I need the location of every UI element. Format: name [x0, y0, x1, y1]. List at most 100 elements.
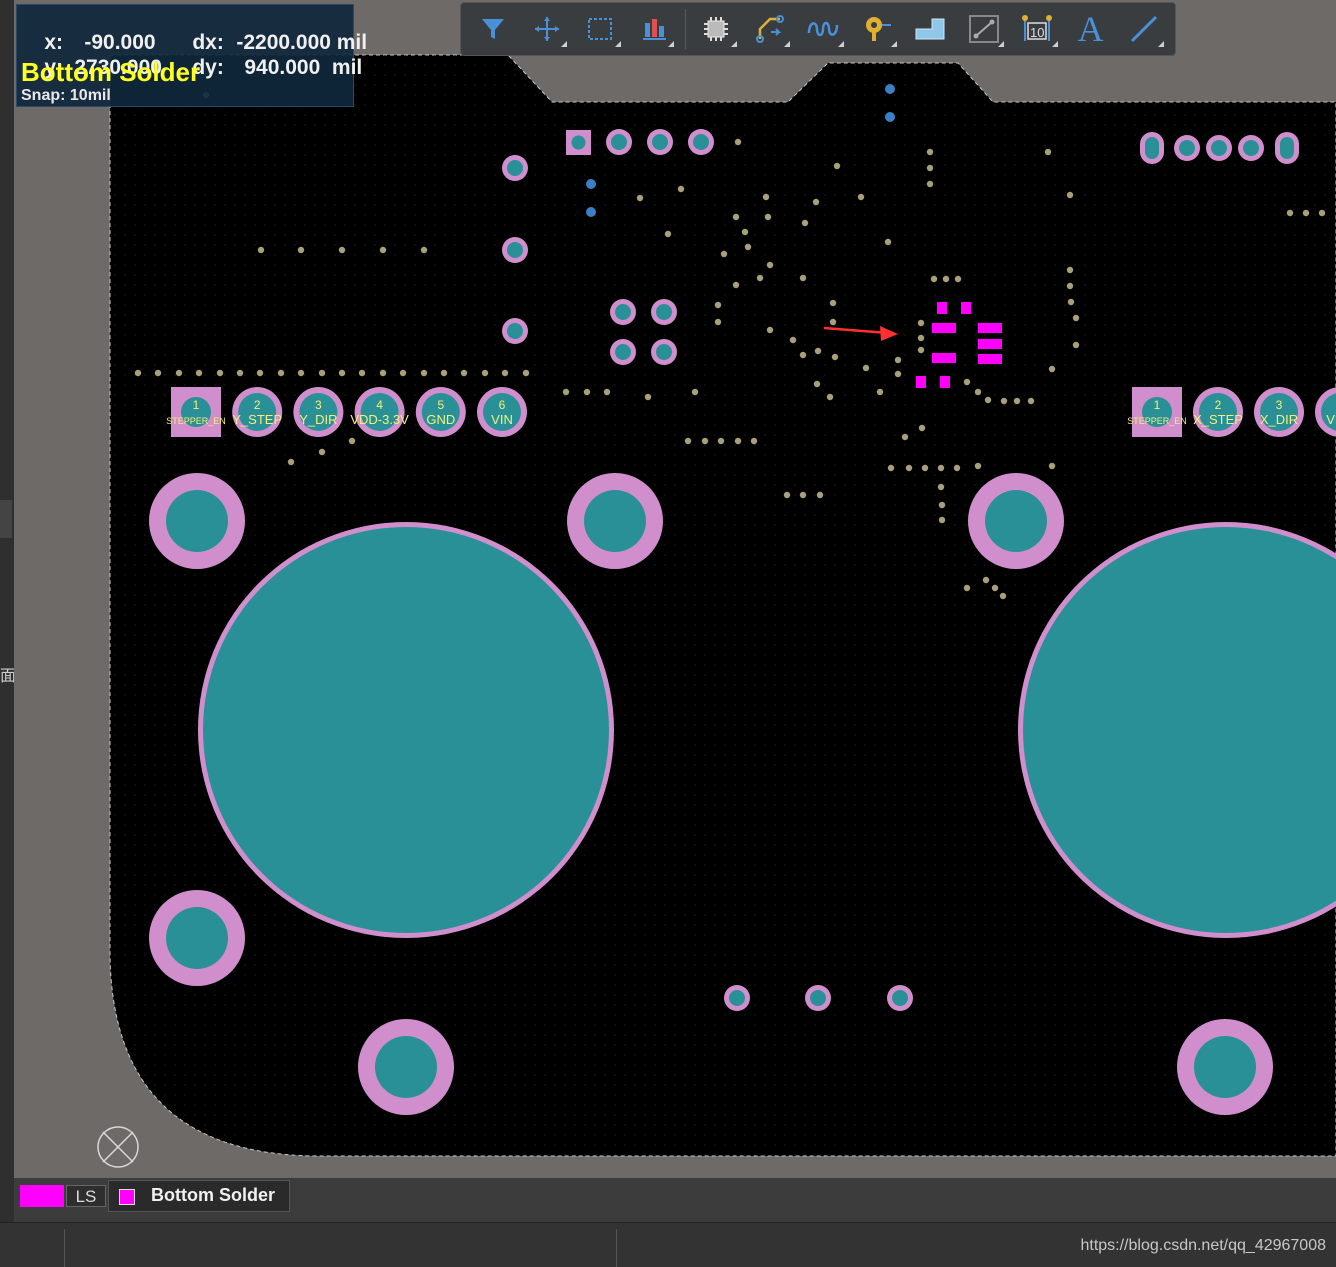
filter-button[interactable]	[471, 7, 516, 51]
through-hole-pad[interactable]	[1174, 135, 1200, 161]
through-hole-pad[interactable]	[887, 985, 913, 1011]
hud-snap: Snap: 10mil	[21, 87, 111, 104]
pad-number: 6	[499, 398, 506, 412]
mounting-pad[interactable]	[149, 890, 245, 986]
via	[905, 464, 913, 472]
via	[1066, 266, 1074, 274]
via	[134, 369, 142, 377]
polygon-pour-button[interactable]	[908, 7, 953, 51]
via	[603, 388, 611, 396]
header-pad-3[interactable]: 3X_DIR	[1254, 387, 1304, 437]
via	[963, 584, 971, 592]
via	[1027, 397, 1035, 405]
via	[358, 369, 366, 377]
layer-set-button[interactable]: LS	[66, 1185, 106, 1207]
header-pad-2[interactable]: 2Y_STEP	[232, 387, 283, 437]
mounting-pad[interactable]	[567, 473, 663, 569]
through-hole-pad[interactable]	[688, 129, 714, 155]
via	[937, 483, 945, 491]
length-tuning-button[interactable]	[801, 7, 846, 51]
via	[154, 369, 162, 377]
header-pad-5[interactable]: 5GND	[415, 387, 466, 437]
via	[1072, 341, 1080, 349]
via	[216, 369, 224, 377]
oval-pad-left[interactable]	[1140, 132, 1164, 164]
current-layer-swatch[interactable]	[20, 1185, 64, 1207]
status-divider	[64, 1229, 65, 1267]
via	[954, 275, 962, 283]
through-hole-pad[interactable]	[610, 299, 636, 325]
square-pad[interactable]	[566, 130, 591, 155]
via	[826, 393, 834, 401]
via	[894, 356, 902, 364]
dimension-icon: 10	[1022, 15, 1053, 41]
through-hole-pad[interactable]	[502, 155, 528, 181]
hud-dy-value: 940.000 mil	[244, 56, 363, 79]
mounting-pad[interactable]	[968, 473, 1064, 569]
status-divider	[616, 1229, 617, 1267]
via	[991, 584, 999, 592]
via	[1000, 397, 1008, 405]
via	[684, 437, 692, 445]
header-pad-1[interactable]: 1 STEPPER_EN	[1127, 387, 1187, 437]
pad-number: 2	[254, 398, 261, 412]
via	[812, 198, 820, 206]
via	[942, 275, 950, 283]
via	[789, 336, 797, 344]
move-button[interactable]	[524, 7, 569, 51]
place-via-button[interactable]	[854, 7, 899, 51]
header-pad-6[interactable]: 6VIN	[477, 387, 527, 437]
via	[799, 351, 807, 359]
through-hole-pad[interactable]	[1206, 135, 1232, 161]
via	[930, 275, 938, 283]
align-button[interactable]	[631, 7, 676, 51]
line-icon	[1130, 15, 1158, 43]
header-pad-1[interactable]: 1 STEPPER_EN	[166, 387, 226, 437]
place-text-button[interactable]: A	[1068, 7, 1113, 51]
via	[963, 378, 971, 386]
keepout-button[interactable]	[961, 7, 1006, 51]
via	[236, 369, 244, 377]
through-hole-pad[interactable]	[1238, 135, 1264, 161]
dimension-button[interactable]: 10	[1015, 7, 1060, 51]
interactive-route-button[interactable]	[747, 7, 792, 51]
via	[901, 433, 909, 441]
layer-tab-bottom-solder[interactable]: Bottom Solder	[108, 1180, 290, 1212]
through-hole-pad[interactable]	[502, 318, 528, 344]
through-hole-pad[interactable]	[647, 129, 673, 155]
mounting-pad[interactable]	[149, 473, 245, 569]
through-hole-pad[interactable]	[805, 985, 831, 1011]
header-pad-3[interactable]: 3Y_DIR	[293, 387, 344, 437]
via	[257, 246, 265, 254]
via	[750, 437, 758, 445]
via	[813, 380, 821, 388]
via	[756, 274, 764, 282]
hud-layer-name: Bottom Solder	[21, 57, 201, 87]
place-line-button[interactable]	[1122, 7, 1167, 51]
mounting-pad[interactable]	[358, 1019, 454, 1115]
select-button[interactable]	[578, 7, 623, 51]
mounting-hole-left[interactable]	[198, 522, 614, 938]
via	[297, 246, 305, 254]
via	[766, 326, 774, 334]
via	[876, 388, 884, 396]
via	[833, 162, 841, 170]
header-pad-2[interactable]: 2X_STEP	[1193, 387, 1243, 437]
through-hole-pad[interactable]	[651, 339, 677, 365]
pcb-canvas[interactable]: 1STEPPER_EN2Y_STEP3Y_DIR4VDD-3.3V5GND6VI…	[0, 0, 1336, 1222]
oval-pad-right[interactable]	[1275, 132, 1299, 164]
via	[938, 501, 946, 509]
through-hole-pad[interactable]	[610, 339, 636, 365]
via	[926, 148, 934, 156]
place-component-button[interactable]	[694, 7, 739, 51]
through-hole-pad[interactable]	[502, 237, 528, 263]
via	[917, 319, 925, 327]
through-hole-pad[interactable]	[724, 985, 750, 1011]
through-hole-pad[interactable]	[606, 129, 632, 155]
via	[799, 274, 807, 282]
through-hole-pad[interactable]	[651, 299, 677, 325]
mounting-pad[interactable]	[1177, 1019, 1273, 1115]
via	[1048, 365, 1056, 373]
length-tune-icon	[807, 21, 839, 37]
via-icon	[865, 17, 891, 41]
